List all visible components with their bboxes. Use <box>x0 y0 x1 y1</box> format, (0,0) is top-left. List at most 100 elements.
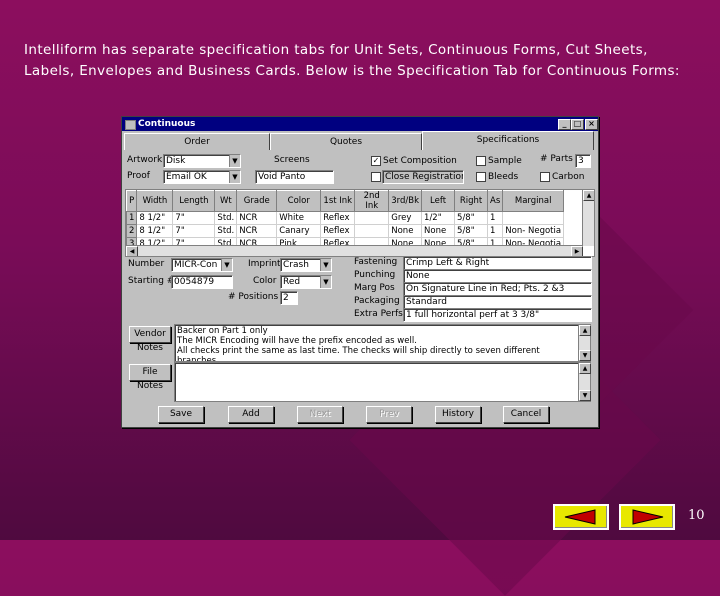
col-header[interactable]: 1st Ink <box>320 190 356 212</box>
table-row[interactable]: 2 8 1/2" 7" Std. NCR Canary Reflex None … <box>126 224 565 238</box>
packaging-field[interactable]: Standard <box>403 295 592 309</box>
table-cell[interactable]: White <box>276 211 322 225</box>
tab-quotes[interactable]: Quotes <box>270 133 422 150</box>
col-header[interactable]: Marginal <box>502 190 565 212</box>
imprint-value: Crash <box>283 260 309 270</box>
screens-field[interactable]: Void Panto <box>255 170 334 184</box>
tab-specifications[interactable]: Specifications <box>422 131 594 150</box>
parts-field[interactable]: 3 <box>575 154 591 168</box>
vendor-notes-button[interactable]: Vendor <box>129 326 171 343</box>
file-notes-label: Notes <box>137 381 163 391</box>
cancel-button[interactable]: Cancel <box>503 406 549 423</box>
file-notes-textarea[interactable] <box>174 362 582 402</box>
table-cell[interactable]: Canary <box>276 224 322 238</box>
next-button[interactable]: Next <box>297 406 343 423</box>
color-select[interactable]: Red ▼ <box>280 275 332 289</box>
prev-button[interactable]: Prev <box>366 406 412 423</box>
table-cell[interactable]: None <box>388 224 423 238</box>
carbon-checkbox[interactable] <box>540 172 550 182</box>
table-cell[interactable]: 5/8" <box>454 224 489 238</box>
col-header[interactable]: Color <box>276 190 322 212</box>
add-button[interactable]: Add <box>228 406 274 423</box>
close-registration-checkbox[interactable] <box>371 172 381 182</box>
scroll-left-icon[interactable]: ◀ <box>126 246 138 256</box>
chevron-down-icon[interactable]: ▼ <box>229 155 240 167</box>
number-select[interactable]: MICR-Con ▼ <box>171 258 233 272</box>
positions-field[interactable]: 2 <box>280 291 298 305</box>
table-cell[interactable]: Std. <box>214 211 238 225</box>
table-cell[interactable]: 1 <box>487 224 504 238</box>
col-header[interactable]: Grade <box>236 190 278 212</box>
scroll-up-icon[interactable]: ▲ <box>579 363 591 374</box>
table-row[interactable]: 1 8 1/2" 7" Std. NCR White Reflex Grey 1… <box>126 211 565 225</box>
extraperfs-field[interactable]: 1 full horizontal perf at 3 3/8" <box>403 308 592 322</box>
table-cell[interactable] <box>502 211 565 225</box>
vendor-note-line: Backer on Part 1 only <box>177 326 268 336</box>
col-header[interactable]: P <box>126 190 138 212</box>
table-cell[interactable]: 7" <box>172 211 216 225</box>
vendor-notes-textarea[interactable]: Backer on Part 1 only The MICR Encoding … <box>174 324 582 362</box>
grid-horizontal-scrollbar[interactable]: ◀ ▶ <box>126 245 583 256</box>
table-cell[interactable]: 8 1/2" <box>136 224 174 238</box>
next-slide-button[interactable] <box>619 504 675 530</box>
table-cell[interactable]: 1 <box>487 211 504 225</box>
vendor-notes-scrollbar[interactable]: ▲ ▼ <box>578 324 591 362</box>
minimize-icon[interactable]: _ <box>558 119 571 130</box>
scroll-down-icon[interactable]: ▼ <box>579 350 591 361</box>
save-button[interactable]: Save <box>158 406 204 423</box>
file-notes-scrollbar[interactable]: ▲ ▼ <box>578 362 591 402</box>
table-cell[interactable]: 5/8" <box>454 211 489 225</box>
arrow-left-icon <box>564 509 596 525</box>
col-header[interactable]: Left <box>421 190 456 212</box>
table-cell[interactable]: 1/2" <box>421 211 456 225</box>
proof-label: Proof <box>127 171 150 181</box>
parts-grid[interactable]: P Width Length Wt Grade Color 1st Ink 2n… <box>125 189 595 257</box>
col-header[interactable]: Wt <box>214 190 238 212</box>
table-cell[interactable]: Std. <box>214 224 238 238</box>
file-notes-button[interactable]: File <box>129 364 171 381</box>
table-cell[interactable]: Reflex <box>320 211 356 225</box>
artwork-select[interactable]: Disk ▼ <box>163 154 241 168</box>
scroll-up-icon[interactable]: ▲ <box>579 325 591 336</box>
punching-field[interactable]: None <box>403 269 592 283</box>
table-cell[interactable]: Reflex <box>320 224 356 238</box>
scroll-down-icon[interactable]: ▼ <box>579 390 591 401</box>
col-header[interactable]: Width <box>136 190 174 212</box>
chevron-down-icon[interactable]: ▼ <box>229 171 240 183</box>
previous-slide-button[interactable] <box>553 504 609 530</box>
sample-checkbox[interactable] <box>476 156 486 166</box>
table-cell[interactable]: 1 <box>126 211 138 225</box>
table-cell[interactable]: 7" <box>172 224 216 238</box>
table-cell[interactable]: Grey <box>388 211 423 225</box>
col-header[interactable]: 2nd Ink <box>354 190 390 212</box>
chevron-down-icon[interactable]: ▼ <box>320 259 331 271</box>
fastening-field[interactable]: Crimp Left & Right <box>403 256 592 270</box>
col-header[interactable]: Right <box>454 190 489 212</box>
scroll-up-icon[interactable]: ▲ <box>583 190 594 201</box>
screens-value: Void Panto <box>258 172 306 182</box>
starting-number-field[interactable]: 0054879 <box>171 275 233 289</box>
table-cell[interactable] <box>354 211 390 225</box>
proof-select[interactable]: Email OK ▼ <box>163 170 241 184</box>
col-header[interactable]: As <box>487 190 504 212</box>
table-cell[interactable]: NCR <box>236 211 278 225</box>
history-button[interactable]: History <box>435 406 481 423</box>
chevron-down-icon[interactable]: ▼ <box>221 259 232 271</box>
bleeds-checkbox[interactable] <box>476 172 486 182</box>
table-cell[interactable]: Non- Negotia <box>502 224 565 238</box>
table-cell[interactable]: 8 1/2" <box>136 211 174 225</box>
tab-order[interactable]: Order <box>124 133 270 150</box>
margpos-field[interactable]: On Signature Line in Red; Pts. 2 &3 <box>403 282 592 296</box>
imprint-select[interactable]: Crash ▼ <box>280 258 332 272</box>
col-header[interactable]: 3rd/Bk <box>388 190 423 212</box>
close-icon[interactable]: × <box>585 119 598 130</box>
table-cell[interactable]: NCR <box>236 224 278 238</box>
set-composition-checkbox[interactable]: ✓ <box>371 156 381 166</box>
maximize-icon[interactable]: □ <box>571 119 584 130</box>
chevron-down-icon[interactable]: ▼ <box>320 276 331 288</box>
table-cell[interactable] <box>354 224 390 238</box>
table-cell[interactable]: 2 <box>126 224 138 238</box>
grid-vertical-scrollbar[interactable]: ▲ <box>582 190 594 246</box>
table-cell[interactable]: None <box>421 224 456 238</box>
col-header[interactable]: Length <box>172 190 216 212</box>
